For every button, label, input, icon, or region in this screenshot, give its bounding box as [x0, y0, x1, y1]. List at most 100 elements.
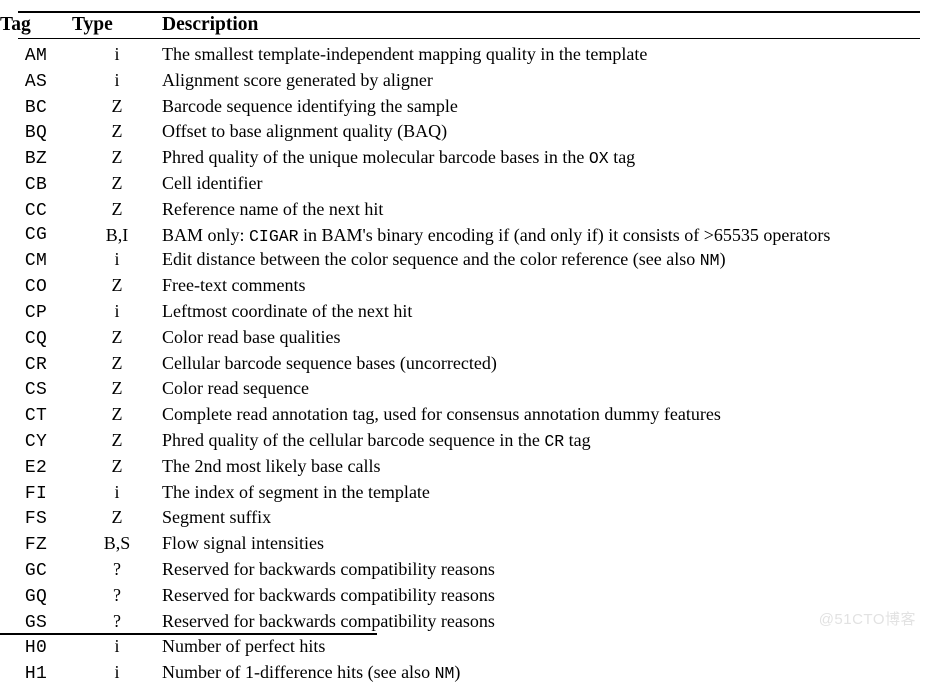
inline-text: Free-text comments	[162, 275, 306, 296]
description-text: Phred quality of the cellular barcode se…	[162, 429, 591, 451]
cell-description: Segment suffix	[162, 506, 930, 532]
cell-tag: GC	[24, 560, 48, 581]
inline-text: Color read sequence	[162, 378, 309, 399]
cell-tag: CB	[24, 174, 48, 195]
description-text: Alignment score generated by aligner	[162, 70, 433, 90]
cell-type: i	[114, 249, 120, 270]
cell-type: Z	[111, 404, 123, 425]
inline-text: Offset to base alignment quality (BAQ)	[162, 121, 448, 142]
cell-tag: CP	[24, 302, 48, 323]
cell-tag: AS	[24, 71, 48, 92]
cell-type: Z	[111, 95, 123, 116]
cell-tag: H1	[24, 664, 48, 685]
cell-description: The index of segment in the template	[162, 481, 930, 507]
description-text: Leftmost coordinate of the next hit	[162, 301, 412, 321]
description-text: Cellular barcode sequence bases (uncorre…	[162, 353, 497, 373]
inline-text: Alignment score generated by aligner	[162, 69, 433, 90]
inline-text: Flow signal intensities	[162, 533, 324, 554]
table-row: E2 Z The 2nd most likely base calls	[0, 455, 930, 481]
cell-description: Reference name of the next hit	[162, 198, 930, 224]
table-row: FS Z Segment suffix	[0, 506, 930, 532]
table-body: AM i The smallest template-independent map…	[0, 38, 930, 687]
cell-type: Z	[111, 455, 123, 476]
table-row: CM i Edit distance between the color seque…	[0, 248, 930, 274]
column-header-description: Description	[162, 14, 259, 35]
cell-type: Z	[111, 172, 123, 193]
cell-description: Phred quality of the cellular barcode se…	[162, 429, 930, 455]
inline-text: The smallest template-independent mappin…	[162, 44, 648, 64]
inline-text: Segment suffix	[162, 507, 272, 528]
inline-text: Reference name of the next hit	[162, 198, 384, 219]
cell-description: BAM only: CIGAR in BAM's binary encoding…	[162, 224, 930, 249]
inline-text: Barcode sequence identifying the sample	[162, 95, 458, 116]
table-header: Tag Type Description	[0, 0, 930, 38]
inline-text: in BAM's binary encoding if (and only if…	[298, 224, 831, 245]
description-text: Reference name of the next hit	[162, 199, 383, 219]
inline-text: Reserved for backwards compatibility rea…	[162, 610, 495, 631]
inline-text: Cellular barcode sequence bases (uncorre…	[162, 352, 497, 373]
inline-code: NM	[434, 664, 455, 684]
cell-tag: CM	[24, 251, 48, 272]
table-row: CB Z Cell identifier	[0, 172, 930, 198]
cell-type: Z	[111, 429, 123, 450]
cell-description: Flow signal intensities	[162, 532, 930, 558]
cell-tag: CS	[24, 380, 48, 401]
cell-description: Number of perfect hits	[162, 635, 930, 661]
inline-text: Cell identifier	[162, 172, 263, 193]
column-header-tag: Tag	[0, 14, 31, 35]
cell-description: Complete read annotation tag, used for c…	[162, 403, 930, 429]
cell-type: i	[114, 69, 120, 90]
inline-text: Complete read annotation tag, used for c…	[162, 404, 721, 425]
table-row: GC? Reserved for backwards compatibility …	[0, 558, 930, 584]
table-row: GQ? Reserved for backwards compatibility …	[0, 584, 930, 610]
description-text: The index of segment in the template	[162, 482, 430, 502]
cell-tag: CR	[24, 354, 48, 375]
inline-text: Number of perfect hits	[162, 636, 326, 657]
cell-type: Z	[111, 352, 123, 373]
table-row: CY Z Phred quality of the cellular barcode…	[0, 429, 930, 455]
sam-tags-table: Tag Type Description AM i The smallest tem…	[0, 0, 930, 687]
cell-type: Z	[111, 121, 123, 142]
cell-description: Color read base qualities	[162, 326, 930, 352]
inline-text: )	[719, 249, 726, 270]
cell-type: Z	[111, 147, 123, 168]
cell-description: Reserved for backwards compatibility rea…	[162, 610, 930, 636]
inline-text: tag	[564, 429, 591, 450]
cell-description: Offset to base alignment quality (BAQ)	[162, 120, 930, 146]
description-text: Number of perfect hits	[162, 636, 325, 656]
cell-type: B,I	[105, 224, 129, 245]
table-row: H0 i Number of perfect hits	[0, 635, 930, 661]
inline-text: Reserved for backwards compatibility rea…	[162, 558, 495, 579]
inline-text: Phred quality of the cellular barcode se…	[162, 429, 545, 450]
description-text: Complete read annotation tag, used for c…	[162, 404, 721, 424]
cell-description: Phred quality of the unique molecular ba…	[162, 146, 930, 172]
description-text: The smallest template-independent mappin…	[162, 44, 647, 64]
cell-tag: BC	[24, 97, 48, 118]
description-text: Barcode sequence identifying the sample	[162, 96, 458, 116]
cell-description: Color read sequence	[162, 377, 930, 403]
inline-code: NM	[699, 251, 720, 271]
cell-tag: CO	[24, 277, 48, 298]
cell-description: Leftmost coordinate of the next hit	[162, 300, 930, 326]
description-text: The 2nd most likely base calls	[162, 456, 380, 476]
document-page: Tag Type Description AM i The smallest tem…	[0, 0, 930, 684]
cell-type: i	[114, 300, 120, 321]
description-text: Number of 1-difference hits (see also NM…	[162, 662, 460, 684]
cell-description: Free-text comments	[162, 274, 930, 300]
description-text: Free-text comments	[162, 275, 305, 295]
table-row: AS i Alignment score generated by aligner	[0, 69, 930, 95]
description-text: Reserved for backwards compatibility rea…	[162, 611, 495, 631]
cell-description: Cell identifier	[162, 172, 930, 198]
description-text: BAM only: CIGAR in BAM's binary encoding…	[162, 224, 912, 249]
inline-text: Number of 1-difference hits (see also	[162, 662, 435, 683]
watermark: @51CTO博客	[818, 611, 916, 628]
table-row: CT Z Complete read annotation tag, used fo…	[0, 403, 930, 429]
cell-type: Z	[111, 507, 123, 528]
table-row: CG B,I BAM only: CIGAR in BAM's binary enc…	[0, 224, 930, 249]
cell-tag: GQ	[24, 586, 48, 607]
cell-tag: AM	[24, 46, 48, 66]
cell-type: Z	[111, 275, 123, 296]
table-header-row: Tag Type Description	[0, 0, 930, 38]
inline-text: Leftmost coordinate of the next hit	[162, 300, 413, 321]
cell-description: Number of 1-difference hits (see also NM…	[162, 661, 930, 687]
